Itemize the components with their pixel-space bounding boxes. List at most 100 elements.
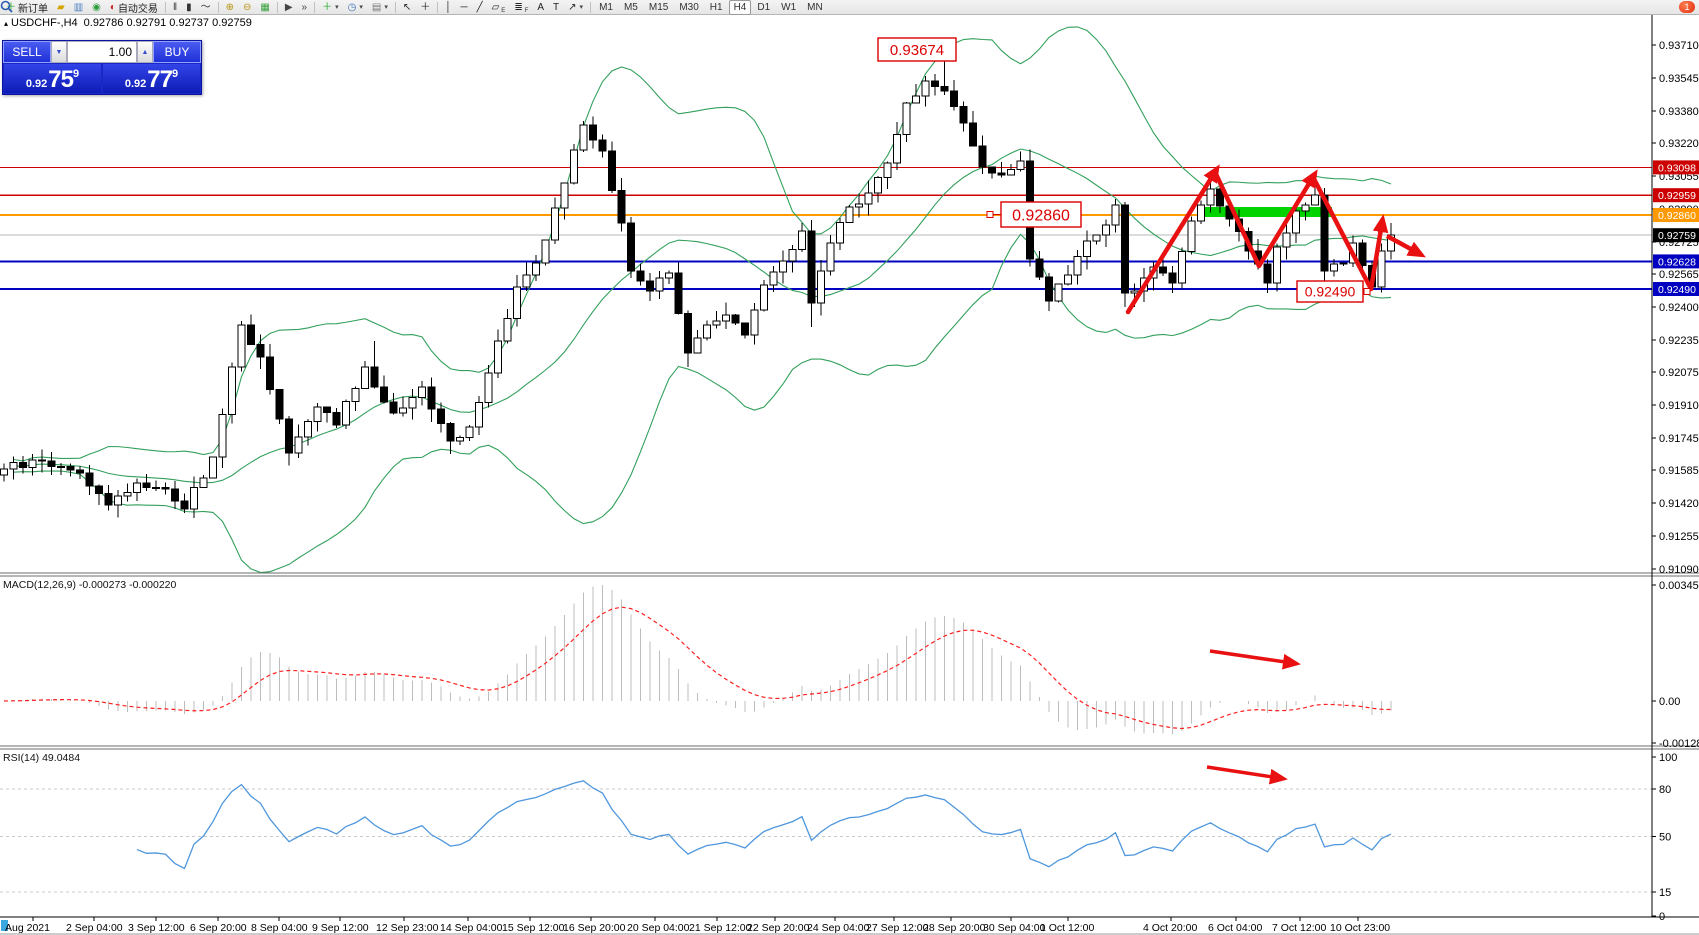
candles-layer [1, 52, 1395, 518]
candlestick-chart-icon: ▮ [186, 2, 192, 13]
svg-text:Aug 2021: Aug 2021 [5, 922, 50, 934]
sell-price-sup: 9 [73, 64, 79, 84]
svg-text:0.93220: 0.93220 [1659, 138, 1699, 150]
volume-increase-button[interactable]: ▲ [137, 41, 153, 63]
timeframe-button-M5[interactable]: M5 [619, 0, 643, 15]
svg-text:0.92565: 0.92565 [1659, 269, 1699, 281]
zoom-out-button[interactable]: ⊖ [239, 0, 255, 15]
sell-price-small: 0.92 [26, 78, 47, 91]
buy-price-button[interactable]: 0.92 77 9 [103, 64, 200, 93]
vertical-line-button[interactable]: │ [441, 0, 455, 15]
svg-text:0.91420: 0.91420 [1659, 498, 1699, 510]
svg-text:16 Sep 20:00: 16 Sep 20:00 [563, 922, 626, 934]
chart-ohlc-values: 0.92786 0.92791 0.92737 0.92759 [84, 17, 252, 29]
sell-button[interactable]: SELL [3, 41, 51, 63]
macd-signal-line [4, 607, 1391, 728]
chart-shift-button[interactable]: » [298, 0, 312, 15]
chevron-down-icon[interactable]: ▾ [359, 3, 363, 11]
trendline-icon: ╱ [477, 2, 483, 13]
periods-button[interactable]: ◷▾ [344, 0, 367, 15]
price-axis[interactable]: 0.937100.935450.933800.932200.930550.928… [1652, 40, 1699, 576]
timeframe-button-D1[interactable]: D1 [752, 0, 775, 15]
text-label-button[interactable]: T [549, 0, 563, 15]
svg-text:100: 100 [1659, 752, 1677, 764]
volume-input[interactable]: 1.00 [67, 41, 137, 63]
volume-decrease-button[interactable]: ▼ [51, 41, 67, 63]
timeframe-button-M30[interactable]: M30 [674, 0, 703, 15]
equidistant-channel-button[interactable]: ▱E [488, 0, 510, 15]
svg-text:0.92759: 0.92759 [1658, 230, 1696, 242]
svg-text:30 Sep 04:00: 30 Sep 04:00 [983, 922, 1046, 934]
toolbar-right-group: 1 [1679, 1, 1699, 13]
horizontal-line-icon: ─ [460, 2, 467, 13]
chevron-down-icon[interactable]: ▾ [335, 3, 339, 11]
auto-scroll-button[interactable]: ▶ [281, 0, 297, 15]
trendline-button[interactable]: ╱ [473, 0, 487, 15]
chart-symbol-period: USDCHF-,H4 [11, 17, 78, 29]
horizontal-line-button[interactable]: ─ [456, 0, 471, 15]
gold-icon[interactable]: ▰ [53, 0, 69, 15]
chevron-down-icon[interactable]: ▾ [580, 3, 584, 11]
gold-icon-icon: ▰ [57, 2, 65, 13]
price-chart-canvas[interactable]: 0.936740.928600.924900.937100.935450.933… [0, 0, 1699, 935]
zoom-out-icon: ⊖ [243, 2, 251, 13]
horizontal-level-lines[interactable] [0, 167, 1652, 289]
text-button[interactable]: A [533, 0, 548, 15]
templates-button[interactable]: ▤▾ [368, 0, 392, 15]
svg-text:0.92860: 0.92860 [1012, 207, 1070, 224]
line-chart-button[interactable]: ～ [197, 0, 215, 15]
notification-badge[interactable]: 1 [1679, 1, 1695, 13]
auto-trading-button[interactable]: ◐自动交易 [106, 0, 162, 15]
timeframe-button-M1[interactable]: M1 [594, 0, 618, 15]
svg-text:0.003453: 0.003453 [1659, 580, 1699, 592]
svg-text:0.92490: 0.92490 [1658, 284, 1696, 296]
fibonacci-icon: ≣ [514, 2, 522, 13]
svg-text:21 Sep 12:00: 21 Sep 12:00 [689, 922, 752, 934]
indicators-button[interactable]: ＋▾ [318, 0, 343, 15]
annotation-band-layer[interactable] [1205, 207, 1332, 217]
green-resistance-band[interactable] [1205, 207, 1332, 217]
market-watch-icon[interactable]: ▥ [70, 0, 87, 15]
svg-text:0: 0 [1659, 911, 1665, 923]
rsi-indicator-label: RSI(14) 49.0484 [3, 752, 80, 764]
svg-text:50: 50 [1659, 832, 1671, 844]
toolbar-separator [277, 2, 278, 13]
timeframe-button-W1[interactable]: W1 [776, 0, 801, 15]
tile-windows-button[interactable]: ▦ [256, 0, 273, 15]
macd-indicator-label: MACD(12,26,9) -0.000273 -0.000220 [3, 579, 176, 591]
cursor-button[interactable]: ↖ [399, 0, 415, 15]
timeframe-button-M15[interactable]: M15 [644, 0, 673, 15]
chart-shift-icon: » [302, 2, 308, 13]
svg-text:0.93380: 0.93380 [1659, 106, 1699, 118]
svg-text:20 Sep 04:00: 20 Sep 04:00 [627, 922, 690, 934]
arrows-button[interactable]: ↗▾ [564, 0, 587, 15]
timeframe-button-H1[interactable]: H1 [705, 0, 728, 15]
svg-text:0.91585: 0.91585 [1659, 465, 1699, 477]
svg-text:0.91255: 0.91255 [1659, 531, 1699, 543]
buy-button[interactable]: BUY [153, 41, 201, 63]
svg-text:0.92490: 0.92490 [1305, 284, 1356, 300]
macd-panel [4, 585, 1391, 734]
crosshair-button[interactable]: ＋ [416, 0, 434, 15]
timeframe-button-MN[interactable]: MN [802, 0, 828, 15]
search-icon[interactable] [0, 0, 13, 13]
candlestick-chart-button[interactable]: ▮ [182, 0, 196, 15]
time-axis[interactable]: Aug 20212 Sep 04:003 Sep 12:006 Sep 20:0… [1, 917, 1390, 934]
svg-text:15 Sep 12:00: 15 Sep 12:00 [502, 922, 565, 934]
timeframe-button-H4[interactable]: H4 [729, 0, 752, 15]
sell-price-button[interactable]: 0.92 75 9 [4, 64, 101, 93]
signals-icon[interactable]: ◉ [88, 0, 105, 15]
svg-text:0.93674: 0.93674 [890, 42, 944, 59]
svg-text:22 Sep 20:00: 22 Sep 20:00 [747, 922, 810, 934]
zoom-in-button[interactable]: ⊕ [222, 0, 238, 15]
bar-chart-button[interactable]: ‖ [169, 0, 181, 15]
main-toolbar: ＋新订单▰▥◉◐自动交易‖▮～⊕⊖▦▶»＋▾◷▾▤▾↖＋│─╱▱E≣FAT↗▾M… [0, 0, 1699, 15]
macd-arrow [1210, 651, 1292, 663]
toolbar-separator [314, 2, 315, 13]
svg-text:9 Sep 12:00: 9 Sep 12:00 [312, 922, 369, 934]
crosshair-icon: ＋ [420, 2, 430, 13]
svg-text:15: 15 [1659, 887, 1671, 899]
chevron-down-icon[interactable]: ▾ [384, 3, 388, 11]
fibonacci-button[interactable]: ≣F [510, 0, 532, 15]
svg-text:0.93710: 0.93710 [1659, 40, 1699, 52]
